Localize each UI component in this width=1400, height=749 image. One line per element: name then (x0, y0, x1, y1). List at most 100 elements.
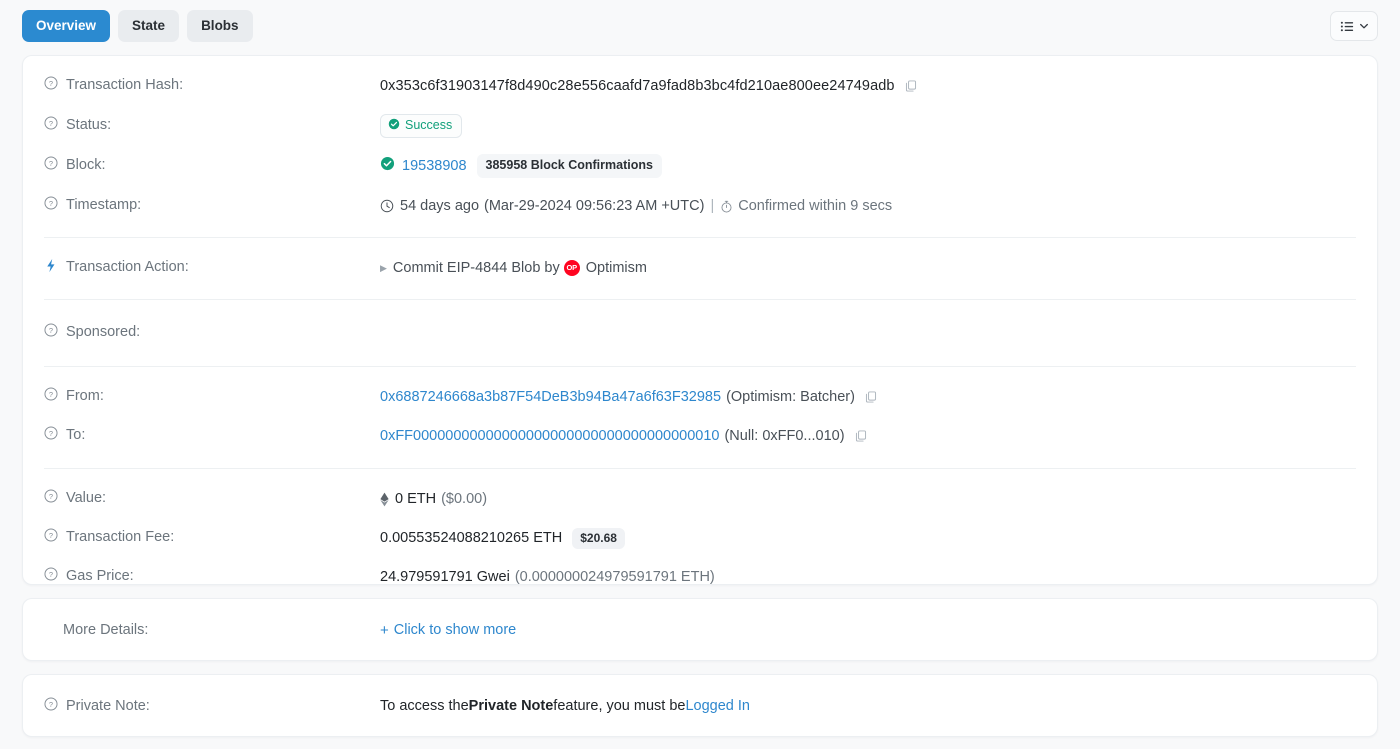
value-status: Success (380, 113, 1356, 139)
help-circle-icon[interactable]: ? (44, 697, 58, 716)
row-gas-price: ? Gas Price: 24.979591791 Gwei (0.000000… (23, 563, 1377, 591)
row-status: ? Status: Success (23, 112, 1377, 140)
block-number-link[interactable]: 19538908 (402, 157, 467, 175)
private-note-text-after: feature, you must be (553, 698, 686, 715)
label-text: Sponsored: (66, 324, 141, 341)
label-text: Status: (66, 117, 112, 134)
stopwatch-icon (720, 200, 733, 213)
transaction-fee-amount: 0.00553524088210265 ETH (380, 529, 563, 546)
label-text: Transaction Fee: (66, 529, 175, 546)
help-circle-icon[interactable]: ? (44, 489, 58, 508)
from-address-link[interactable]: 0x6887246668a3b87F54DeB3b94Ba47a6f63F329… (380, 388, 721, 406)
gas-price-eth: (0.000000024979591791 ETH) (514, 568, 715, 585)
options-button[interactable] (1330, 11, 1378, 41)
row-from: ? From: 0x6887246668a3b87F54DeB3b94Ba47a… (23, 383, 1377, 411)
label-text: Block: (66, 157, 106, 174)
label-text: Value: (66, 490, 107, 507)
show-more-link[interactable]: Click to show more (394, 621, 516, 639)
timestamp-absolute: (Mar-29-2024 09:56:23 AM +UTC) (484, 197, 705, 214)
label-timestamp: ? Timestamp: (44, 196, 380, 215)
help-circle-icon[interactable]: ? (44, 116, 58, 135)
label-transaction-action: Transaction Action: (44, 258, 380, 278)
label-text: Timestamp: (66, 197, 142, 214)
list-options-icon (1340, 19, 1355, 34)
label-text: Private Note: (66, 697, 150, 714)
tab-blobs[interactable]: Blobs (187, 10, 253, 42)
value-gas-price: 24.979591791 Gwei (0.000000024979591791 … (380, 568, 1356, 586)
help-circle-icon[interactable]: ? (44, 426, 58, 445)
svg-text:?: ? (49, 79, 53, 88)
value-timestamp: 54 days ago (Mar-29-2024 09:56:23 AM +UT… (380, 197, 1356, 215)
help-circle-icon[interactable]: ? (44, 323, 58, 342)
row-transaction-action: Transaction Action: ▶ Commit EIP-4844 Bl… (23, 254, 1377, 282)
transaction-fee-fiat-badge: $20.68 (572, 527, 625, 549)
tab-overview[interactable]: Overview (22, 10, 111, 42)
ethereum-diamond-icon (380, 492, 389, 507)
value-transaction-action: ▶ Commit EIP-4844 Blob by OP Optimism (380, 259, 1356, 277)
divider (44, 237, 1356, 238)
transaction-action-brand: Optimism (585, 259, 647, 276)
svg-text:?: ? (49, 700, 53, 709)
gas-price-gwei: 24.979591791 Gwei (380, 568, 510, 585)
label-from: ? From: (44, 387, 380, 406)
label-text: More Details: (63, 621, 149, 638)
logged-in-link[interactable]: Logged In (685, 697, 750, 715)
help-circle-icon[interactable]: ? (44, 156, 58, 175)
status-badge: Success (380, 113, 463, 139)
value-more-details: + Click to show more (380, 621, 1356, 639)
transaction-hash-value: 0x353c6f31903147f8d490c28e556caafd7a9fad… (380, 77, 895, 94)
check-circle-icon (388, 118, 400, 135)
tab-bar: Overview State Blobs (0, 0, 1400, 52)
private-note-text-before: To access the (380, 698, 469, 715)
timestamp-separator: | (710, 197, 715, 214)
row-timestamp: ? Timestamp: 54 days ago (Mar-29-2024 09… (23, 192, 1377, 220)
clock-icon (380, 199, 394, 213)
help-circle-icon[interactable]: ? (44, 528, 58, 547)
to-address-link[interactable]: 0xFF000000000000000000000000000000000000… (380, 427, 719, 445)
private-note-card: ? Private Note: To access the Private No… (22, 674, 1378, 737)
svg-text:?: ? (49, 492, 53, 501)
chevron-down-icon (1359, 21, 1369, 31)
row-value: ? Value: 0 ETH ($0.00) (23, 485, 1377, 513)
copy-icon[interactable] (904, 79, 918, 93)
svg-text:?: ? (49, 119, 53, 128)
value-block: 19538908 385958 Block Confirmations (380, 154, 1356, 178)
caret-right-icon[interactable]: ▶ (380, 263, 387, 273)
plus-icon: + (380, 622, 389, 639)
help-circle-icon[interactable]: ? (44, 387, 58, 406)
label-status: ? Status: (44, 116, 380, 135)
optimism-logo: OP (563, 260, 580, 276)
label-text: From: (66, 388, 104, 405)
svg-text:?: ? (49, 326, 53, 335)
svg-text:?: ? (49, 429, 53, 438)
value-transaction-hash: 0x353c6f31903147f8d490c28e556caafd7a9fad… (380, 77, 1356, 95)
block-confirmations-badge: 385958 Block Confirmations (476, 154, 662, 178)
help-circle-icon[interactable]: ? (44, 76, 58, 95)
help-circle-icon[interactable]: ? (44, 567, 58, 586)
tab-state[interactable]: State (118, 10, 180, 42)
label-private-note: ? Private Note: (44, 697, 380, 716)
value-from: 0x6887246668a3b87F54DeB3b94Ba47a6f63F329… (380, 388, 1356, 406)
svg-text:?: ? (49, 199, 53, 208)
label-text: Transaction Hash: (66, 77, 184, 94)
value-fiat: ($0.00) (441, 490, 488, 507)
label-to: ? To: (44, 426, 380, 445)
divider (44, 299, 1356, 300)
private-note-bold: Private Note (468, 698, 554, 715)
help-circle-icon[interactable]: ? (44, 196, 58, 215)
divider (44, 468, 1356, 469)
timestamp-age: 54 days ago (400, 197, 480, 214)
copy-icon[interactable] (854, 429, 868, 443)
to-address-tag: (Null: 0xFF0...010) (724, 427, 845, 444)
svg-text:?: ? (49, 570, 53, 579)
svg-text:?: ? (49, 531, 53, 540)
label-text: Gas Price: (66, 568, 134, 585)
check-circle-icon (380, 156, 395, 176)
more-details-card: More Details: + Click to show more (22, 598, 1378, 661)
svg-text:?: ? (49, 390, 53, 399)
from-address-tag: (Optimism: Batcher) (726, 388, 855, 405)
copy-icon[interactable] (864, 390, 878, 404)
label-value: ? Value: (44, 489, 380, 508)
label-text: Transaction Action: (66, 259, 189, 276)
label-transaction-fee: ? Transaction Fee: (44, 528, 380, 547)
